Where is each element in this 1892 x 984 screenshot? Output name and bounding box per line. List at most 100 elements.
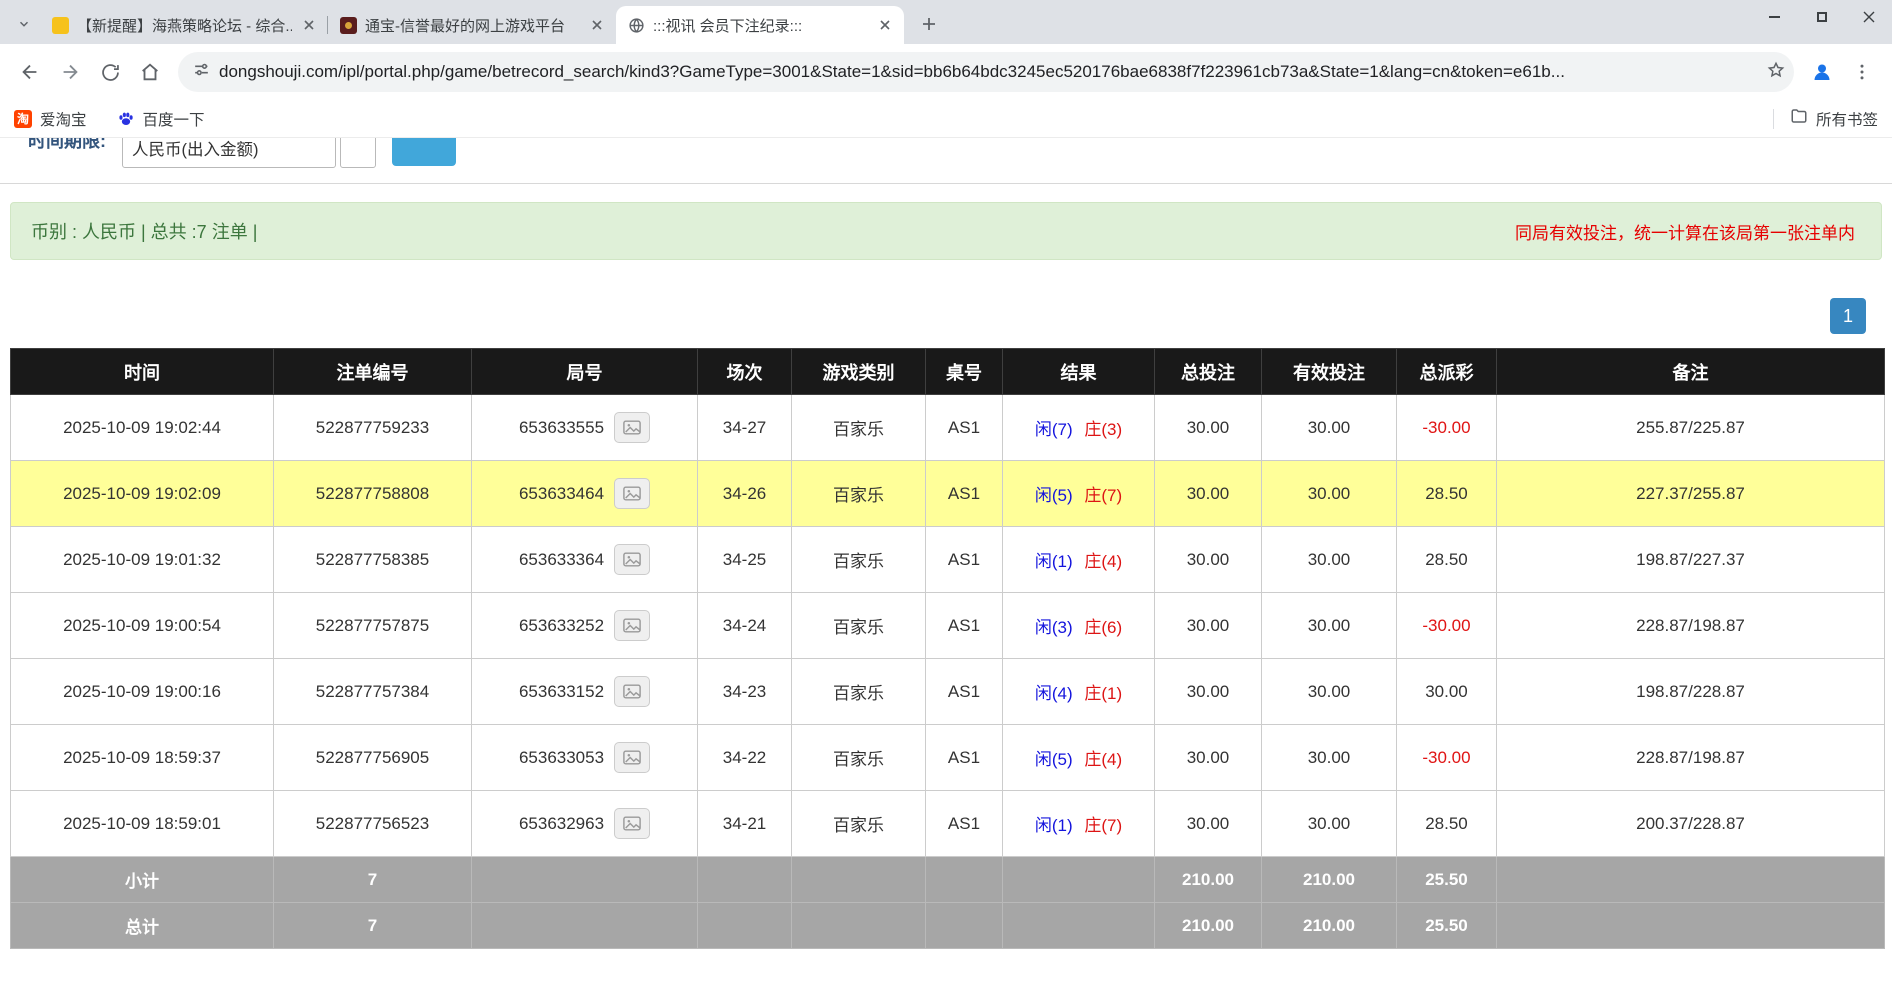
- replay-icon[interactable]: [614, 478, 650, 509]
- total-count: 7: [274, 903, 472, 949]
- tab-bet-record[interactable]: :::视讯 会员下注纪录:::: [616, 6, 904, 44]
- banker-result: 庄(7): [1084, 486, 1122, 505]
- cell-time: 2025-10-09 19:00:54: [11, 593, 274, 659]
- tongbao-favicon: [340, 17, 357, 34]
- close-window-icon[interactable]: [1845, 0, 1892, 34]
- table-row: 2025-10-09 19:01:32 522877758385 6536333…: [11, 527, 1885, 593]
- cell-table-no: AS1: [926, 659, 1003, 725]
- cell-result: 闲(3) 庄(6): [1003, 593, 1155, 659]
- tab-tongbao[interactable]: 通宝-信誉最好的网上游戏平台: [328, 6, 616, 44]
- bookmark-taobao[interactable]: 淘 爱淘宝: [14, 108, 87, 130]
- home-icon[interactable]: [130, 52, 170, 92]
- cell-game: 百家乐: [792, 791, 926, 857]
- cell-result: 闲(7) 庄(3): [1003, 395, 1155, 461]
- back-icon[interactable]: [10, 52, 50, 92]
- round-number: 653633252: [519, 616, 604, 636]
- banker-result: 庄(7): [1084, 816, 1122, 835]
- empty-cell: [698, 857, 792, 903]
- replay-icon[interactable]: [614, 742, 650, 773]
- new-tab-icon[interactable]: [914, 9, 944, 39]
- col-header-note: 备注: [1497, 349, 1885, 395]
- cell-result: 闲(4) 庄(1): [1003, 659, 1155, 725]
- cell-note: 255.87/225.87: [1497, 395, 1885, 461]
- cell-bet-id: 522877757875: [274, 593, 472, 659]
- cell-payout: -30.00: [1397, 593, 1497, 659]
- empty-cell: [1497, 857, 1885, 903]
- currency-select-value: 人民币(出入金额): [132, 138, 259, 160]
- filter-label: 时间期限:: [28, 138, 106, 152]
- cell-game: 百家乐: [792, 659, 926, 725]
- replay-icon[interactable]: [614, 610, 650, 641]
- menu-dots-icon[interactable]: [1842, 52, 1882, 92]
- cell-round: 653633252: [472, 593, 698, 659]
- replay-icon[interactable]: [614, 412, 650, 443]
- cell-time: 2025-10-09 19:02:44: [11, 395, 274, 461]
- table-body: 2025-10-09 19:02:44 522877759233 6536335…: [11, 395, 1885, 857]
- cell-game: 百家乐: [792, 527, 926, 593]
- bookmark-baidu[interactable]: 百度一下: [117, 108, 205, 130]
- tab-close-icon[interactable]: [588, 16, 606, 34]
- round-cell-inner: 653633053: [472, 742, 697, 773]
- replay-icon[interactable]: [614, 808, 650, 839]
- filter-mini-box[interactable]: [340, 138, 376, 168]
- col-header-round: 局号: [472, 349, 698, 395]
- replay-icon[interactable]: [614, 544, 650, 575]
- cell-payout: 28.50: [1397, 527, 1497, 593]
- baidu-paw-icon: [117, 110, 135, 128]
- col-header-game: 游戏类别: [792, 349, 926, 395]
- subtotal-payout: 25.50: [1397, 857, 1497, 903]
- tab-close-icon[interactable]: [300, 16, 318, 34]
- cell-note: 227.37/255.87: [1497, 461, 1885, 527]
- table-row: 2025-10-09 18:59:01 522877756523 6536329…: [11, 791, 1885, 857]
- round-number: 653632963: [519, 814, 604, 834]
- reload-icon[interactable]: [90, 52, 130, 92]
- cell-game: 百家乐: [792, 593, 926, 659]
- empty-cell: [1003, 857, 1155, 903]
- cell-total-bet[interactable]: 30.00: [1155, 461, 1262, 527]
- player-result: 闲(1): [1035, 552, 1073, 571]
- cell-session: 34-22: [698, 725, 792, 791]
- cell-total-bet[interactable]: 30.00: [1155, 593, 1262, 659]
- bet-record-table: 时间 注单编号 局号 场次 游戏类别 桌号 结果 总投注 有效投注 总派彩 备注…: [10, 348, 1885, 949]
- cell-valid-bet: 30.00: [1262, 461, 1397, 527]
- cell-time: 2025-10-09 18:59:01: [11, 791, 274, 857]
- window-controls: [1751, 0, 1892, 34]
- empty-cell: [926, 857, 1003, 903]
- pagination: 1: [0, 298, 1866, 334]
- forward-icon[interactable]: [50, 52, 90, 92]
- banker-result: 庄(6): [1084, 618, 1122, 637]
- cell-total-bet[interactable]: 30.00: [1155, 725, 1262, 791]
- cell-total-bet[interactable]: 30.00: [1155, 527, 1262, 593]
- cell-valid-bet: 30.00: [1262, 593, 1397, 659]
- minimize-icon[interactable]: [1751, 0, 1798, 34]
- bookmark-star-icon[interactable]: [1766, 60, 1786, 85]
- subtotal-count: 7: [274, 857, 472, 903]
- header-row: 时间 注单编号 局号 场次 游戏类别 桌号 结果 总投注 有效投注 总派彩 备注: [11, 349, 1885, 395]
- banker-result: 庄(3): [1084, 420, 1122, 439]
- replay-icon[interactable]: [614, 676, 650, 707]
- cell-table-no: AS1: [926, 527, 1003, 593]
- page-1-button[interactable]: 1: [1830, 298, 1866, 334]
- cell-game: 百家乐: [792, 395, 926, 461]
- cell-valid-bet: 30.00: [1262, 725, 1397, 791]
- round-cell-inner: 653633464: [472, 478, 697, 509]
- cell-bet-id: 522877758385: [274, 527, 472, 593]
- all-bookmarks-button[interactable]: 所有书签: [1790, 107, 1878, 130]
- search-button[interactable]: [392, 138, 456, 166]
- url-bar[interactable]: dongshouji.com/ipl/portal.php/game/betre…: [178, 52, 1794, 92]
- cell-round: 653633364: [472, 527, 698, 593]
- tab-forum[interactable]: 【新提醒】海燕策略论坛 - 综合...: [40, 6, 328, 44]
- tab-search-chevron-icon[interactable]: [10, 10, 38, 38]
- player-result: 闲(1): [1035, 816, 1073, 835]
- tab-close-icon[interactable]: [876, 16, 894, 34]
- maximize-icon[interactable]: [1798, 0, 1845, 34]
- subtotal-valid-bet: 210.00: [1262, 857, 1397, 903]
- cell-total-bet[interactable]: 30.00: [1155, 791, 1262, 857]
- cell-total-bet[interactable]: 30.00: [1155, 659, 1262, 725]
- cell-total-bet[interactable]: 30.00: [1155, 395, 1262, 461]
- profile-icon[interactable]: [1802, 52, 1842, 92]
- empty-cell: [698, 903, 792, 949]
- currency-select[interactable]: 人民币(出入金额): [122, 138, 336, 168]
- folder-icon: [1790, 107, 1808, 130]
- site-info-icon[interactable]: [192, 60, 211, 84]
